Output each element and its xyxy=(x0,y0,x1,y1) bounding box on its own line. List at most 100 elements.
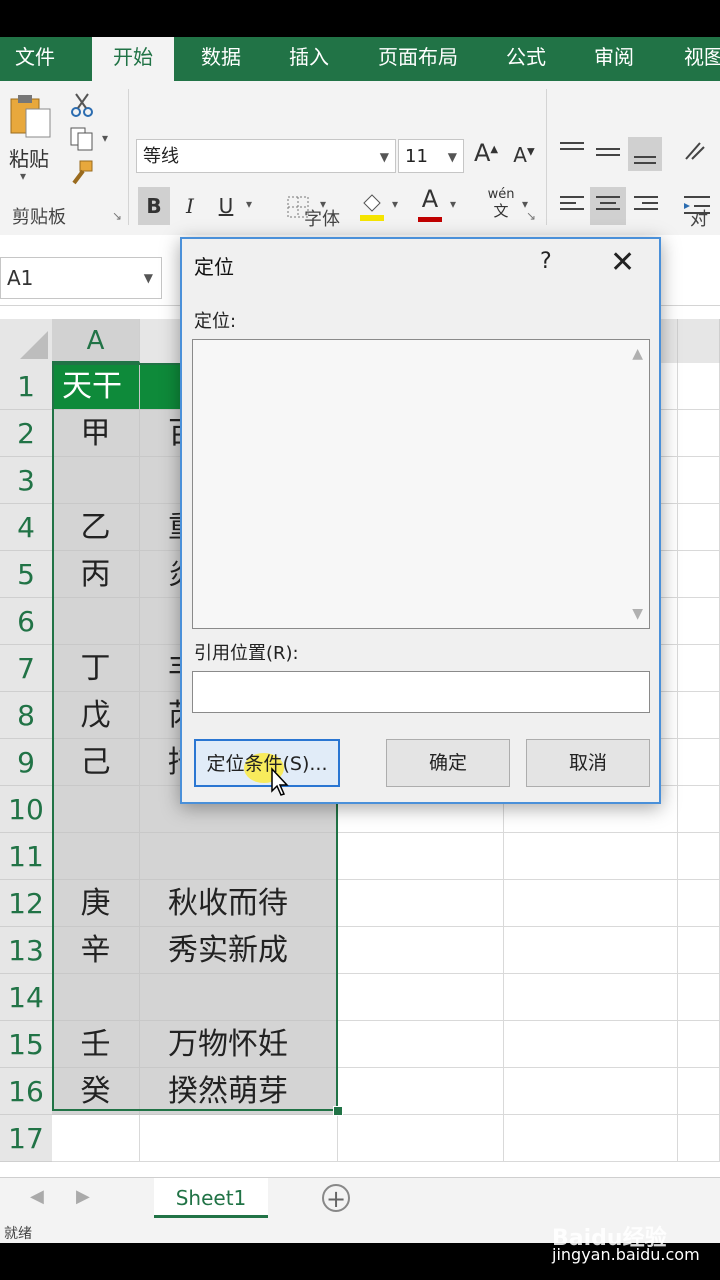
cell-e[interactable] xyxy=(678,880,720,927)
fill-handle[interactable] xyxy=(333,1106,343,1116)
cell-e[interactable] xyxy=(678,1068,720,1115)
cell-c[interactable] xyxy=(338,1068,504,1115)
row-header[interactable]: 3 xyxy=(0,457,52,504)
add-sheet-icon[interactable]: + xyxy=(322,1184,350,1212)
cell-e[interactable] xyxy=(678,504,720,551)
column-header-a[interactable]: A xyxy=(52,319,140,363)
cell-e[interactable] xyxy=(678,645,720,692)
tab-insert[interactable]: 插入 xyxy=(274,37,344,81)
cell-e[interactable] xyxy=(678,974,720,1021)
cell-a[interactable] xyxy=(52,786,140,833)
align-middle-icon[interactable] xyxy=(594,139,622,165)
cell-a[interactable]: 己 xyxy=(52,739,140,786)
cell-e[interactable] xyxy=(678,410,720,457)
cell-e[interactable] xyxy=(678,786,720,833)
row-header[interactable]: 2 xyxy=(0,410,52,457)
copy-icon[interactable] xyxy=(68,125,96,153)
orientation-icon[interactable] xyxy=(682,139,712,165)
align-right-icon[interactable] xyxy=(632,193,660,219)
cell-a[interactable]: 辛 xyxy=(52,927,140,974)
close-icon[interactable]: ✕ xyxy=(610,245,635,280)
cell-b[interactable] xyxy=(140,833,338,880)
font-name-combo[interactable]: 等线 ▼ xyxy=(136,139,396,173)
row-header[interactable]: 17 xyxy=(0,1115,52,1162)
font-size-combo[interactable]: 11 ▼ xyxy=(398,139,464,173)
tab-page-layout[interactable]: 页面布局 xyxy=(370,37,466,81)
name-box[interactable]: A1 ▼ xyxy=(0,257,162,299)
cell-c[interactable] xyxy=(338,833,504,880)
align-bottom-icon[interactable] xyxy=(628,137,662,171)
select-all-corner[interactable] xyxy=(0,319,52,363)
cell-a[interactable]: 丙 xyxy=(52,551,140,598)
column-header-e[interactable] xyxy=(678,319,720,363)
cell-a[interactable] xyxy=(52,974,140,1021)
grow-font-button[interactable]: A▲ xyxy=(472,139,500,167)
align-center-icon[interactable] xyxy=(590,187,626,225)
tab-view[interactable]: 视图 xyxy=(672,37,720,81)
cut-icon[interactable] xyxy=(68,91,96,119)
cell-c[interactable] xyxy=(338,1115,504,1162)
next-sheet-icon[interactable]: ▶ xyxy=(76,1186,90,1207)
cell-c[interactable] xyxy=(338,927,504,974)
reference-input[interactable] xyxy=(192,671,650,713)
cell-e[interactable] xyxy=(678,692,720,739)
cell-e[interactable] xyxy=(678,457,720,504)
cell-a[interactable]: 戊 xyxy=(52,692,140,739)
cell-a[interactable]: 天干 xyxy=(52,363,140,410)
row-header[interactable]: 1 xyxy=(0,363,52,410)
tab-home[interactable]: 开始 xyxy=(92,37,174,81)
format-painter-icon[interactable] xyxy=(68,159,96,187)
cell-e[interactable] xyxy=(678,833,720,880)
tab-review[interactable]: 审阅 xyxy=(582,37,646,81)
sheet-tab-sheet1[interactable]: Sheet1 xyxy=(154,1178,268,1218)
underline-button[interactable]: U xyxy=(212,187,240,225)
cell-b[interactable] xyxy=(140,1115,338,1162)
row-header[interactable]: 5 xyxy=(0,551,52,598)
prev-sheet-icon[interactable]: ◀ xyxy=(30,1186,44,1207)
font-launcher-icon[interactable]: ↘ xyxy=(526,209,536,223)
fill-color-icon[interactable] xyxy=(358,191,386,223)
cell-a[interactable]: 丁 xyxy=(52,645,140,692)
scroll-up-icon[interactable]: ▲ xyxy=(632,346,643,362)
font-color-dropdown-icon[interactable]: ▾ xyxy=(450,197,456,211)
fill-color-dropdown-icon[interactable]: ▾ xyxy=(392,197,398,211)
cell-a[interactable] xyxy=(52,598,140,645)
cell-c[interactable] xyxy=(338,880,504,927)
cell-b[interactable] xyxy=(140,974,338,1021)
cell-e[interactable] xyxy=(678,598,720,645)
paste-dropdown-icon[interactable]: ▾ xyxy=(20,169,26,183)
tab-file[interactable]: 文件 xyxy=(0,37,70,81)
cell-a[interactable]: 癸 xyxy=(52,1068,140,1115)
copy-dropdown-icon[interactable]: ▾ xyxy=(102,131,108,145)
cell-d[interactable] xyxy=(504,833,678,880)
cell-b[interactable]: 万物怀妊 xyxy=(140,1021,338,1068)
shrink-font-button[interactable]: A▼ xyxy=(510,143,538,167)
cell-a[interactable]: 壬 xyxy=(52,1021,140,1068)
row-header[interactable]: 12 xyxy=(0,880,52,927)
scroll-down-icon[interactable]: ▼ xyxy=(632,606,643,622)
cell-a[interactable]: 乙 xyxy=(52,504,140,551)
cell-e[interactable] xyxy=(678,1115,720,1162)
bold-button[interactable]: B xyxy=(138,187,170,225)
align-left-icon[interactable] xyxy=(558,193,586,219)
row-header[interactable]: 9 xyxy=(0,739,52,786)
tab-data[interactable]: 数据 xyxy=(186,37,256,81)
cell-a[interactable]: 甲 xyxy=(52,410,140,457)
cell-c[interactable] xyxy=(338,1021,504,1068)
cell-d[interactable] xyxy=(504,927,678,974)
help-icon[interactable]: ? xyxy=(540,249,552,274)
cell-a[interactable] xyxy=(52,1115,140,1162)
cell-e[interactable] xyxy=(678,551,720,598)
row-header[interactable]: 14 xyxy=(0,974,52,1021)
cell-a[interactable]: 庚 xyxy=(52,880,140,927)
phonetic-button[interactable]: wén 文 xyxy=(486,187,516,219)
row-header[interactable]: 6 xyxy=(0,598,52,645)
cell-c[interactable] xyxy=(338,974,504,1021)
row-header[interactable]: 13 xyxy=(0,927,52,974)
cell-e[interactable] xyxy=(678,1021,720,1068)
cell-e[interactable] xyxy=(678,927,720,974)
font-color-button[interactable]: A xyxy=(416,185,444,222)
special-button[interactable]: 定位条件(S)... xyxy=(194,739,340,796)
underline-dropdown-icon[interactable]: ▾ xyxy=(246,197,252,211)
clipboard-launcher-icon[interactable]: ↘ xyxy=(112,209,122,223)
